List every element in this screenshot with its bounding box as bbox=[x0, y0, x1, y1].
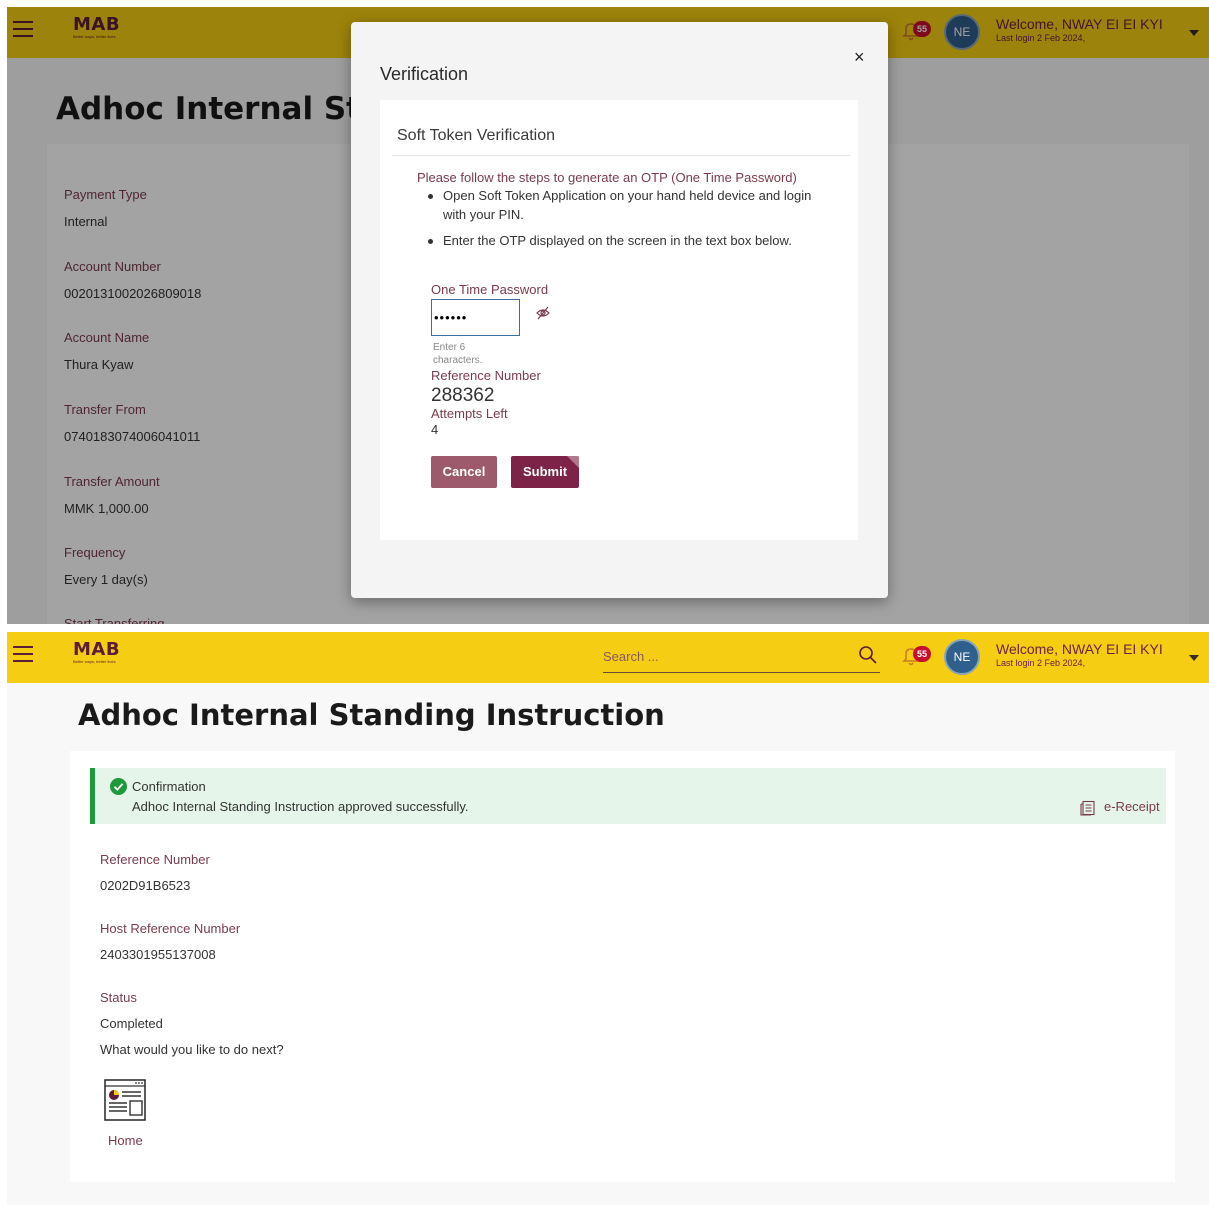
cancel-button[interactable]: Cancel bbox=[431, 456, 497, 488]
confirmation-screen: MAB Better ways, better lives 55 NE Welc… bbox=[7, 632, 1209, 1205]
modal-title: Verification bbox=[380, 64, 469, 84]
avatar[interactable]: NE bbox=[944, 639, 980, 675]
detail-label: Status bbox=[100, 990, 137, 1005]
detail-value: 0202D91B6523 bbox=[100, 878, 191, 893]
detail-value: Completed bbox=[100, 1016, 163, 1031]
otp-label: One Time Password bbox=[431, 282, 549, 297]
dashboard-icon bbox=[104, 1079, 146, 1121]
search-field bbox=[603, 643, 880, 673]
confirmation-title: Confirmation bbox=[132, 779, 206, 794]
close-icon[interactable]: × bbox=[854, 47, 865, 68]
bullet-icon bbox=[428, 194, 433, 199]
search-icon[interactable] bbox=[857, 644, 879, 666]
step-item: Open Soft Token Application on your hand… bbox=[443, 188, 812, 222]
divider bbox=[392, 155, 850, 156]
header-bar: MAB Better ways, better lives 55 NE Welc… bbox=[7, 632, 1209, 683]
search-input[interactable] bbox=[603, 643, 843, 669]
confirmation-message: Adhoc Internal Standing Instruction appr… bbox=[132, 799, 469, 814]
detail-label: Reference Number bbox=[100, 852, 210, 867]
logo-text: MAB bbox=[73, 639, 121, 660]
page-title: Adhoc Internal Standing Instruction bbox=[78, 698, 665, 732]
confirmation-banner: Confirmation Adhoc Internal Standing Ins… bbox=[90, 768, 1166, 824]
e-receipt-label: e-Receipt bbox=[1104, 799, 1160, 814]
otp-field-wrapper bbox=[431, 299, 520, 336]
logo[interactable]: MAB Better ways, better lives bbox=[73, 639, 121, 665]
last-login-text: Last login 2 Feb 2024, bbox=[996, 658, 1086, 668]
otp-input[interactable] bbox=[432, 300, 516, 335]
eye-slash-icon[interactable] bbox=[535, 306, 551, 320]
attempts-label: Attempts Left bbox=[431, 406, 508, 421]
detail-label: Host Reference Number bbox=[100, 921, 241, 936]
submit-button[interactable]: Submit bbox=[511, 456, 579, 488]
logo-tagline: Better ways, better lives bbox=[73, 659, 116, 664]
detail-value: 2403301955137008 bbox=[100, 947, 216, 962]
home-label: Home bbox=[108, 1133, 143, 1148]
reference-label: Reference Number bbox=[431, 368, 541, 383]
notification-badge[interactable]: 55 bbox=[913, 646, 931, 662]
step-item: Enter the OTP displayed on the screen in… bbox=[443, 233, 792, 248]
welcome-text: Welcome, NWAY EI EI KYI bbox=[996, 641, 1163, 657]
verification-screen: MAB Better ways, better lives 55 NE Welc… bbox=[7, 7, 1209, 624]
home-shortcut[interactable]: Home bbox=[100, 1078, 150, 1150]
receipt-icon bbox=[1080, 800, 1095, 816]
caret-down-icon[interactable] bbox=[1189, 655, 1199, 661]
next-steps-question: What would you like to do next? bbox=[100, 1042, 284, 1057]
reference-value: 288362 bbox=[431, 385, 495, 406]
verification-modal: Verification × Soft Token Verification P… bbox=[351, 22, 888, 598]
steps-intro: Please follow the steps to generate an O… bbox=[417, 170, 797, 185]
confirmation-card: Confirmation Adhoc Internal Standing Ins… bbox=[70, 751, 1175, 1182]
otp-hint: Enter 6 characters. bbox=[433, 342, 483, 366]
check-circle-icon bbox=[110, 778, 127, 795]
bullet-icon bbox=[428, 239, 433, 244]
soft-token-panel: Soft Token Verification Please follow th… bbox=[380, 100, 858, 540]
section-title: Soft Token Verification bbox=[397, 127, 556, 144]
attempts-value: 4 bbox=[431, 422, 439, 437]
hamburger-menu-icon[interactable] bbox=[13, 646, 33, 662]
